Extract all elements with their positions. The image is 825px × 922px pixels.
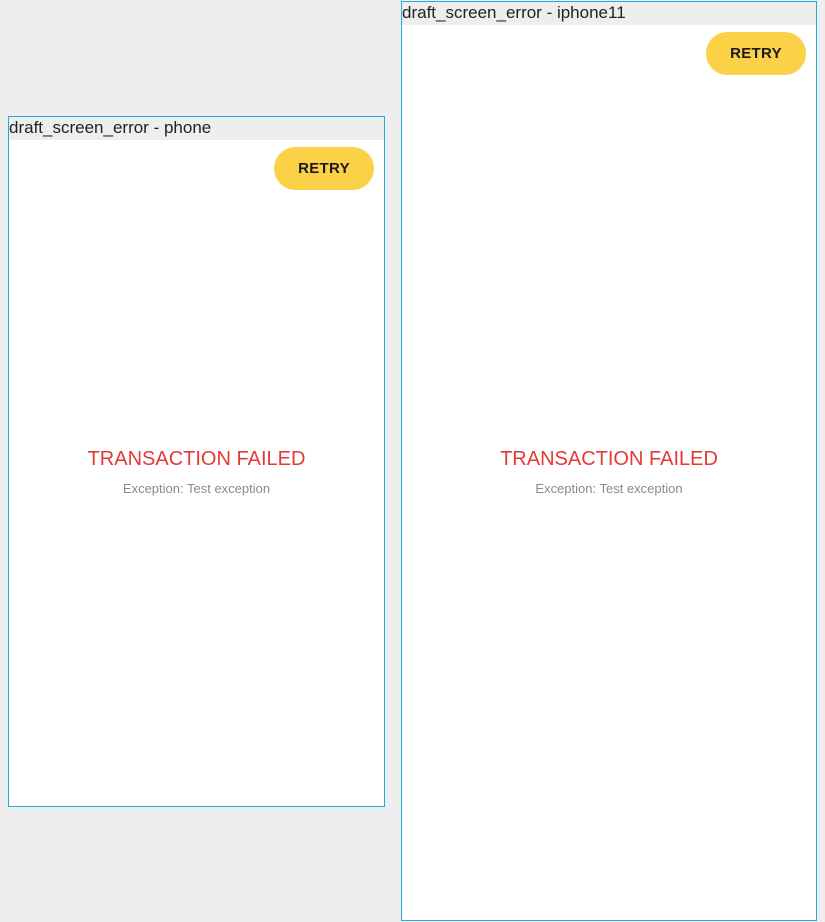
error-block: TRANSACTION FAILED Exception: Test excep…: [9, 447, 384, 497]
preview-label: draft_screen_error - phone: [9, 117, 384, 140]
error-block: TRANSACTION FAILED Exception: Test excep…: [402, 447, 816, 497]
error-message: Exception: Test exception: [535, 481, 683, 496]
preview-label: draft_screen_error - iphone11: [402, 2, 816, 25]
retry-button[interactable]: RETRY: [706, 32, 806, 75]
preview-frame-phone: draft_screen_error - phone RETRY TRANSAC…: [8, 116, 385, 807]
error-message: Exception: Test exception: [122, 481, 271, 496]
error-title: TRANSACTION FAILED: [87, 448, 306, 470]
retry-button[interactable]: RETRY: [274, 147, 374, 190]
preview-frame-iphone11: draft_screen_error - iphone11 RETRY TRAN…: [401, 1, 817, 921]
error-title: TRANSACTION FAILED: [500, 448, 718, 470]
